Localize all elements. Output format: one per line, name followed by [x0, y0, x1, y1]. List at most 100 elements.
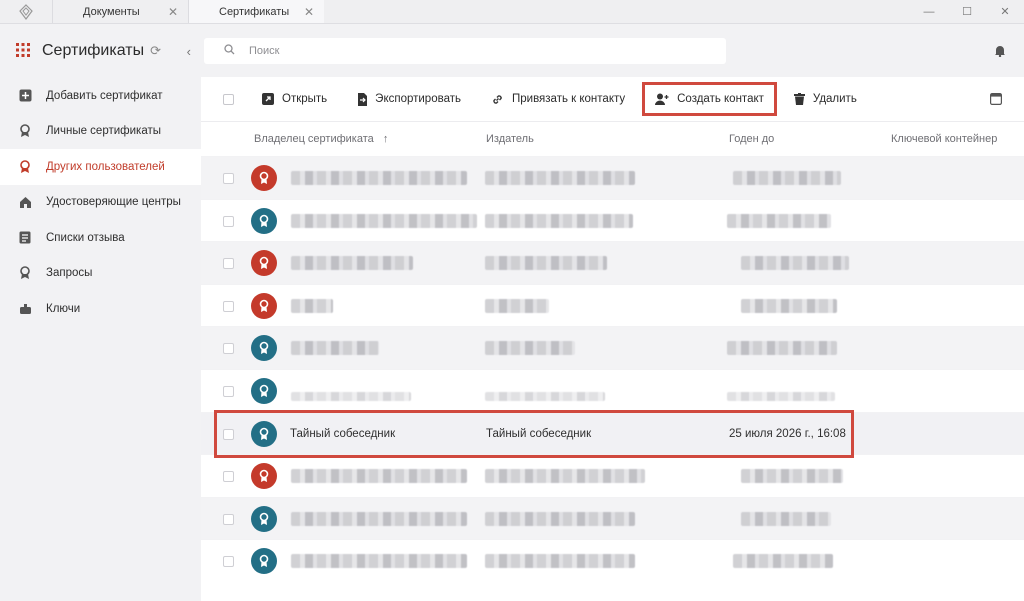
sidebar-item-other-users[interactable]: Других пользователей	[0, 149, 201, 185]
open-button[interactable]: Открыть	[262, 93, 327, 105]
certificate-icon	[251, 377, 277, 404]
table-row[interactable]	[201, 198, 1024, 242]
window-controls: — ☐ ✕	[910, 0, 1024, 23]
redacted-issuer	[485, 213, 633, 228]
sidebar-item-requests[interactable]: Запросы	[0, 256, 201, 292]
redacted-owner	[291, 256, 413, 271]
redacted-date	[733, 554, 833, 569]
row-checkbox[interactable]	[223, 385, 234, 397]
redacted-owner	[291, 213, 477, 228]
refresh-icon[interactable]: ⟳	[150, 43, 161, 59]
column-settings-icon[interactable]	[990, 93, 1003, 108]
table-row[interactable]	[201, 454, 1024, 497]
apps-grid-icon[interactable]	[16, 42, 30, 60]
select-all-checkbox[interactable]	[223, 93, 234, 105]
certificate-icon	[251, 250, 277, 277]
ribbon-icon	[18, 124, 32, 138]
row-checkbox[interactable]	[223, 173, 234, 184]
redacted-owner	[291, 554, 467, 569]
bell-icon[interactable]	[994, 44, 1006, 60]
table-row[interactable]	[201, 156, 1024, 199]
certificate-icon	[251, 420, 277, 447]
table-header: Владелец сертификата ↑ Издатель Годен до…	[201, 122, 1024, 156]
sidebar-item-personal-certificates[interactable]: Личные сертификаты	[0, 114, 201, 150]
table-row[interactable]	[201, 241, 1024, 284]
close-tab-icon[interactable]: ✕	[168, 5, 178, 19]
table-row[interactable]	[201, 283, 1024, 327]
row-checkbox[interactable]	[223, 471, 234, 483]
certificate-icon	[251, 505, 277, 532]
row-checkbox[interactable]	[223, 428, 234, 440]
column-issuer[interactable]: Издатель	[486, 133, 534, 145]
search-icon	[224, 44, 235, 58]
redacted-owner	[291, 298, 333, 313]
chevron-left-icon[interactable]: ‹	[187, 44, 191, 59]
redacted-date	[741, 469, 843, 484]
row-checkbox[interactable]	[223, 215, 234, 227]
close-tab-icon[interactable]: ✕	[304, 5, 314, 19]
minimize-icon[interactable]: —	[910, 6, 948, 18]
sidebar-item-revocation-lists[interactable]: Списки отзыва	[0, 220, 201, 256]
sort-arrow-icon: ↑	[382, 133, 389, 145]
column-key-container[interactable]: Ключевой контейнер	[891, 133, 997, 145]
redacted-issuer	[485, 171, 635, 185]
create-contact-button[interactable]: Создать контакт	[642, 82, 777, 116]
export-icon	[357, 92, 368, 106]
redacted-date	[727, 391, 835, 401]
sidebar-header: Сертификаты ⟳ ‹	[0, 24, 201, 78]
redacted-owner	[291, 391, 411, 401]
table-row[interactable]	[201, 539, 1024, 582]
tab-documents[interactable]: Документы ✕	[52, 0, 188, 23]
row-checkbox[interactable]	[223, 258, 234, 270]
row-checkbox[interactable]	[223, 343, 234, 355]
row-checkbox[interactable]	[223, 300, 234, 312]
certificate-icon	[251, 335, 277, 362]
column-valid-to[interactable]: Годен до	[729, 133, 774, 145]
trash-icon	[793, 93, 805, 105]
certificate-icon	[251, 165, 277, 191]
certificate-icon	[251, 207, 277, 234]
cell-valid-to: 25 июля 2026 г., 16:08	[729, 427, 846, 440]
cell-issuer: Тайный собеседник	[486, 427, 592, 440]
maximize-icon[interactable]: ☐	[948, 5, 986, 18]
redacted-owner	[291, 341, 379, 356]
redacted-issuer	[485, 298, 549, 313]
key-icon	[18, 302, 32, 316]
sidebar-title: Сертификаты	[42, 42, 145, 59]
redacted-issuer	[485, 469, 645, 484]
row-checkbox[interactable]	[223, 556, 234, 568]
content-panel: Открыть Экспортировать Привязать к конта…	[201, 77, 1024, 601]
redacted-issuer	[485, 256, 607, 271]
redacted-date	[727, 213, 831, 228]
column-owner[interactable]: Владелец сертификата ↑	[254, 133, 388, 145]
redacted-owner	[291, 171, 467, 185]
table-row[interactable]	[201, 326, 1024, 369]
sidebar-item-certification-centers[interactable]: Удостоверяющие центры	[0, 185, 201, 221]
home-icon	[18, 195, 32, 209]
sidebar: Сертификаты ⟳ ‹ Добавить сертификат Личн…	[0, 24, 201, 601]
redacted-date	[741, 256, 849, 271]
redacted-issuer	[485, 554, 635, 569]
list-icon	[18, 231, 32, 245]
table-row-selected[interactable]: Тайный собеседник Тайный собеседник 25 и…	[201, 411, 1024, 455]
link-icon	[491, 93, 504, 106]
export-button[interactable]: Экспортировать	[357, 92, 461, 106]
table-row[interactable]	[201, 496, 1024, 540]
search-placeholder: Поиск	[249, 45, 280, 57]
row-checkbox[interactable]	[223, 513, 234, 525]
title-bar: Документы ✕ Сертификаты ✕ — ☐ ✕	[0, 0, 1024, 24]
link-to-contact-button[interactable]: Привязать к контакту	[491, 93, 625, 106]
app-logo-icon	[0, 0, 52, 23]
ribbon-icon	[18, 266, 32, 280]
redacted-owner	[291, 469, 467, 484]
delete-button[interactable]: Удалить	[793, 93, 857, 105]
redacted-date	[741, 298, 837, 313]
ribbon-icon	[18, 159, 32, 174]
tab-certificates[interactable]: Сертификаты ✕	[188, 0, 324, 23]
table-row[interactable]	[201, 368, 1024, 412]
sidebar-item-keys[interactable]: Ключи	[0, 291, 201, 327]
certificate-icon	[251, 463, 277, 490]
close-window-icon[interactable]: ✕	[986, 5, 1024, 18]
sidebar-item-add-certificate[interactable]: Добавить сертификат	[0, 78, 201, 114]
search-input[interactable]: Поиск	[204, 38, 726, 64]
